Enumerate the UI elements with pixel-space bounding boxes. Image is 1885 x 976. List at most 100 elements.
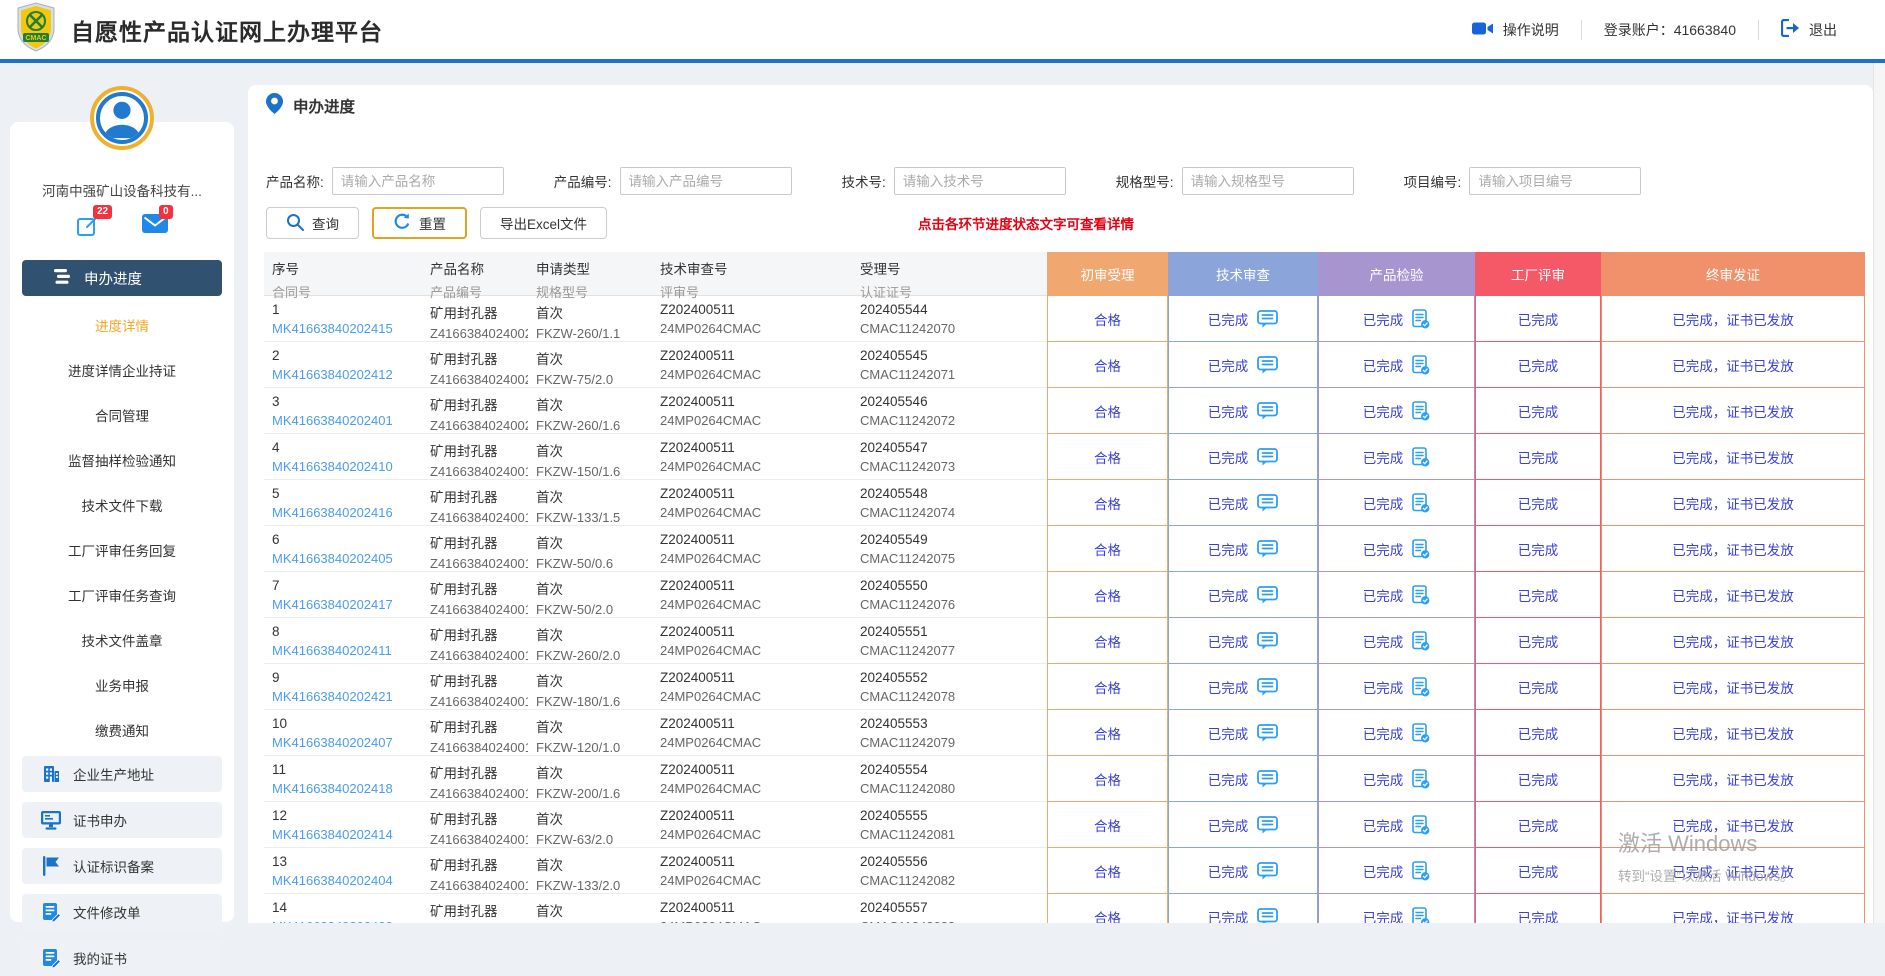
status-text[interactable]: 已完成: [1518, 815, 1559, 835]
contract-link[interactable]: MK41663840202412: [272, 367, 422, 382]
status-text[interactable]: 已完成，证书已发放: [1672, 631, 1794, 651]
contract-link[interactable]: MK41663840202410: [272, 459, 422, 474]
contract-link[interactable]: MK41663840202414: [272, 827, 422, 842]
status-text[interactable]: 已完成，证书已发放: [1672, 539, 1794, 559]
logout-button[interactable]: 退出: [1759, 19, 1859, 40]
status-text[interactable]: 已完成: [1208, 355, 1249, 375]
status-text[interactable]: 已完成: [1208, 769, 1249, 789]
avatar[interactable]: [90, 86, 154, 150]
status-text[interactable]: 已完成: [1208, 493, 1249, 513]
status-text[interactable]: 已完成: [1208, 309, 1249, 329]
contract-link[interactable]: MK41663840202411: [272, 643, 422, 658]
sidebar-subitem[interactable]: 技术文件下载: [10, 482, 234, 527]
status-text[interactable]: 已完成: [1363, 677, 1404, 697]
contract-link[interactable]: MK41663840202417: [272, 597, 422, 612]
chat-icon[interactable]: [1257, 678, 1278, 696]
doc-check-icon[interactable]: [1412, 723, 1430, 743]
help-button[interactable]: 操作说明: [1450, 20, 1581, 40]
scrollbar[interactable]: [1873, 63, 1885, 923]
sidebar-subitem[interactable]: 工厂评审任务查询: [10, 572, 234, 617]
chat-icon[interactable]: [1257, 862, 1278, 880]
doc-check-icon[interactable]: [1412, 677, 1430, 697]
doc-check-icon[interactable]: [1412, 907, 1430, 924]
status-text[interactable]: 已完成: [1518, 861, 1559, 881]
chat-icon[interactable]: [1257, 586, 1278, 604]
status-text[interactable]: 已完成: [1363, 769, 1404, 789]
chat-icon[interactable]: [1257, 310, 1278, 328]
status-text[interactable]: 已完成: [1208, 723, 1249, 743]
status-text[interactable]: 已完成: [1518, 723, 1559, 743]
status-text[interactable]: 已完成: [1208, 677, 1249, 697]
status-text[interactable]: 已完成: [1518, 447, 1559, 467]
status-text[interactable]: 已完成: [1363, 723, 1404, 743]
filter-input[interactable]: [1469, 167, 1641, 195]
status-text[interactable]: 已完成: [1518, 677, 1559, 697]
status-text[interactable]: 合格: [1094, 355, 1121, 375]
status-text[interactable]: 合格: [1094, 769, 1121, 789]
sidebar-subitem[interactable]: 业务申报: [10, 662, 234, 707]
export-excel-button[interactable]: 导出Excel文件: [480, 207, 607, 239]
sidebar-subitem[interactable]: 进度详情企业持证: [10, 347, 234, 392]
filter-input[interactable]: [894, 167, 1066, 195]
edit-notifications-button[interactable]: 22: [76, 214, 102, 244]
chat-icon[interactable]: [1257, 356, 1278, 374]
filter-input[interactable]: [332, 167, 504, 195]
status-text[interactable]: 合格: [1094, 539, 1121, 559]
status-text[interactable]: 已完成: [1363, 907, 1404, 924]
chat-icon[interactable]: [1257, 494, 1278, 512]
status-text[interactable]: 合格: [1094, 447, 1121, 467]
status-text[interactable]: 已完成: [1208, 861, 1249, 881]
status-text[interactable]: 合格: [1094, 907, 1121, 924]
sidebar-subitem[interactable]: 监督抽样检验通知: [10, 437, 234, 482]
status-text[interactable]: 已完成: [1363, 861, 1404, 881]
status-text[interactable]: 已完成: [1208, 631, 1249, 651]
contract-link[interactable]: MK41663840202415: [272, 321, 422, 336]
status-text[interactable]: 已完成: [1208, 585, 1249, 605]
contract-link[interactable]: MK41663840202421: [272, 689, 422, 704]
doc-check-icon[interactable]: [1412, 769, 1430, 789]
chat-icon[interactable]: [1257, 540, 1278, 558]
filter-input[interactable]: [1182, 167, 1354, 195]
status-text[interactable]: 已完成: [1208, 401, 1249, 421]
status-text[interactable]: 已完成: [1518, 769, 1559, 789]
status-text[interactable]: 已完成，证书已发放: [1672, 585, 1794, 605]
status-text[interactable]: 已完成，证书已发放: [1672, 677, 1794, 697]
contract-link[interactable]: MK41663840202405: [272, 551, 422, 566]
status-text[interactable]: 已完成，证书已发放: [1672, 355, 1794, 375]
status-text[interactable]: 已完成: [1208, 447, 1249, 467]
status-text[interactable]: 已完成: [1518, 585, 1559, 605]
doc-check-icon[interactable]: [1412, 539, 1430, 559]
status-text[interactable]: 已完成: [1518, 631, 1559, 651]
status-text[interactable]: 合格: [1094, 723, 1121, 743]
status-text[interactable]: 合格: [1094, 631, 1121, 651]
status-text[interactable]: 已完成: [1518, 309, 1559, 329]
doc-check-icon[interactable]: [1412, 309, 1430, 329]
status-text[interactable]: 已完成，证书已发放: [1672, 447, 1794, 467]
contract-link[interactable]: MK41663840202422: [272, 919, 422, 923]
doc-check-icon[interactable]: [1412, 401, 1430, 421]
contract-link[interactable]: MK41663840202404: [272, 873, 422, 888]
status-text[interactable]: 已完成: [1363, 631, 1404, 651]
contract-link[interactable]: MK41663840202401: [272, 413, 422, 428]
reset-button[interactable]: 重置: [372, 207, 467, 239]
status-text[interactable]: 已完成: [1363, 447, 1404, 467]
status-text[interactable]: 已完成，证书已发放: [1672, 861, 1794, 881]
chat-icon[interactable]: [1257, 724, 1278, 742]
status-text[interactable]: 已完成，证书已发放: [1672, 723, 1794, 743]
status-text[interactable]: 合格: [1094, 815, 1121, 835]
status-text[interactable]: 已完成: [1363, 493, 1404, 513]
chat-icon[interactable]: [1257, 448, 1278, 466]
status-text[interactable]: 已完成: [1518, 493, 1559, 513]
status-text[interactable]: 已完成: [1208, 539, 1249, 559]
status-text[interactable]: 已完成: [1518, 907, 1559, 924]
status-text[interactable]: 已完成: [1518, 355, 1559, 375]
status-text[interactable]: 合格: [1094, 585, 1121, 605]
doc-check-icon[interactable]: [1412, 861, 1430, 881]
status-text[interactable]: 合格: [1094, 493, 1121, 513]
chat-icon[interactable]: [1257, 770, 1278, 788]
status-text[interactable]: 已完成: [1208, 907, 1249, 924]
status-text[interactable]: 合格: [1094, 677, 1121, 697]
sidebar-subitem[interactable]: 合同管理: [10, 392, 234, 437]
status-text[interactable]: 已完成，证书已发放: [1672, 769, 1794, 789]
status-text[interactable]: 已完成: [1363, 309, 1404, 329]
